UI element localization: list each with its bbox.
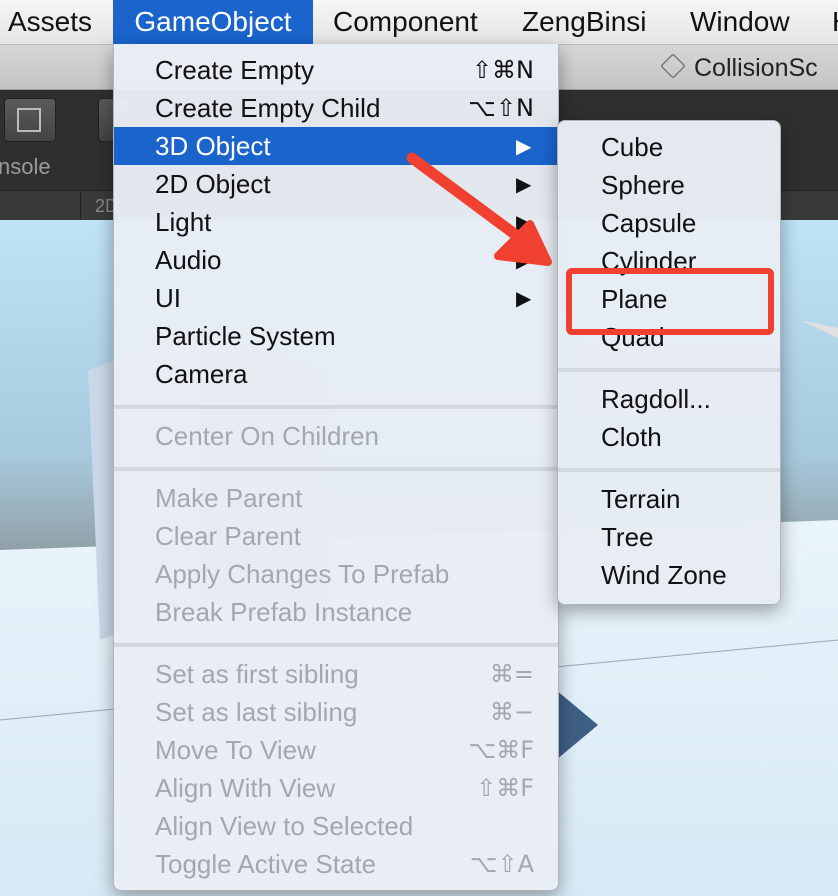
submenu-item-label: Cube <box>601 132 664 162</box>
menu-item-label: Apply Changes To Prefab <box>155 559 450 589</box>
submenu-item-cube[interactable]: Cube <box>558 128 780 166</box>
submenu-item-capsule[interactable]: Capsule <box>558 204 780 242</box>
menu-item-label: Set as last sibling <box>155 697 358 727</box>
menu-item-toggle-active-state[interactable]: Toggle Active State ⌥⇧A <box>114 845 558 883</box>
menu-separator <box>114 643 558 647</box>
menu-gameobject[interactable]: GameObject <box>113 0 313 44</box>
menu-item-shortcut: ⇧⌘F <box>476 774 534 802</box>
menu-item-move-to-view[interactable]: Move To View ⌥⌘F <box>114 731 558 769</box>
plane-highlight-box <box>566 268 774 335</box>
menu-item-label: Create Empty <box>155 55 314 85</box>
submenu-item-label: Sphere <box>601 170 685 200</box>
submenu-item-label: Ragdoll... <box>601 384 711 414</box>
menu-item-make-parent[interactable]: Make Parent <box>114 479 558 517</box>
gameobject-dropdown-menu: Create Empty ⇧⌘N Create Empty Child ⌥⇧N … <box>113 44 559 891</box>
menu-item-camera[interactable]: Camera <box>114 355 558 393</box>
menu-item-align-view-to-selected[interactable]: Align View to Selected <box>114 807 558 845</box>
menu-item-light[interactable]: Light ▶ <box>114 203 558 241</box>
submenu-item-label: Tree <box>601 522 654 552</box>
menu-item-label: Make Parent <box>155 483 303 513</box>
menu-item-label: UI <box>155 283 181 313</box>
menu-item-apply-changes-to-prefab[interactable]: Apply Changes To Prefab <box>114 555 558 593</box>
submenu-arrow-icon: ▶ <box>516 210 532 234</box>
submenu-item-tree[interactable]: Tree <box>558 518 780 556</box>
menu-item-label: Camera <box>155 359 248 389</box>
menu-item-label: Toggle Active State <box>155 849 377 879</box>
submenu-item-label: Terrain <box>601 484 681 514</box>
submenu-arrow-icon: ▶ <box>516 134 532 158</box>
3d-object-submenu: Cube Sphere Capsule Cylinder Plane Quad … <box>557 120 781 605</box>
menu-component[interactable]: Component <box>333 0 478 44</box>
menu-separator <box>114 467 558 471</box>
submenu-item-terrain[interactable]: Terrain <box>558 480 780 518</box>
menu-separator <box>114 405 558 409</box>
submenu-arrow-icon: ▶ <box>516 286 532 310</box>
menu-item-label: Set as first sibling <box>155 659 359 689</box>
menu-item-clear-parent[interactable]: Clear Parent <box>114 517 558 555</box>
menu-item-center-on-children[interactable]: Center On Children <box>114 417 558 455</box>
menu-item-label: Break Prefab Instance <box>155 597 413 627</box>
submenu-item-label: Wind Zone <box>601 560 727 590</box>
submenu-item-ragdoll[interactable]: Ragdoll... <box>558 380 780 418</box>
menu-bar: Assets GameObject Component ZengBinsi Wi… <box>0 0 838 45</box>
unity-scene-icon <box>660 53 686 79</box>
menu-item-label: Audio <box>155 245 222 275</box>
rect-tool-button[interactable] <box>4 98 56 142</box>
menu-item-label: Create Empty Child <box>155 93 381 123</box>
menu-item-shortcut: ⇧⌘N <box>471 56 534 84</box>
menu-item-label: Move To View <box>155 735 316 765</box>
submenu-item-sphere[interactable]: Sphere <box>558 166 780 204</box>
menu-item-label: 2D Object <box>155 169 271 199</box>
menu-item-label: Center On Children <box>155 421 379 451</box>
submenu-separator <box>558 368 780 372</box>
menu-item-3d-object[interactable]: 3D Object ▶ <box>114 127 558 165</box>
menu-item-label: Particle System <box>155 321 336 351</box>
menu-item-break-prefab-instance[interactable]: Break Prefab Instance <box>114 593 558 631</box>
menu-item-2d-object[interactable]: 2D Object ▶ <box>114 165 558 203</box>
menu-item-shortcut: ⌥⇧N <box>468 94 534 122</box>
menu-item-label: Align With View <box>155 773 336 803</box>
scene-tab-label: CollisionSc <box>694 54 818 82</box>
menu-item-shortcut: ⌘= <box>489 660 534 688</box>
submenu-item-wind-zone[interactable]: Wind Zone <box>558 556 780 594</box>
submenu-item-label: Cloth <box>601 422 662 452</box>
menu-zengbinsi[interactable]: ZengBinsi <box>522 0 647 44</box>
submenu-arrow-icon: ▶ <box>516 248 532 272</box>
menu-window[interactable]: Window <box>690 0 790 44</box>
submenu-arrow-icon: ▶ <box>516 172 532 196</box>
scene-tab[interactable]: CollisionSc <box>660 51 818 85</box>
menu-item-label: Align View to Selected <box>155 811 414 841</box>
submenu-separator <box>558 468 780 472</box>
menu-item-label: 3D Object <box>155 131 271 161</box>
menu-item-create-empty-child[interactable]: Create Empty Child ⌥⇧N <box>114 89 558 127</box>
menu-help[interactable]: H <box>832 0 838 44</box>
menu-item-shortcut: ⌥⌘F <box>468 736 534 764</box>
menu-item-audio[interactable]: Audio ▶ <box>114 241 558 279</box>
menu-item-align-with-view[interactable]: Align With View ⇧⌘F <box>114 769 558 807</box>
menu-item-ui[interactable]: UI ▶ <box>114 279 558 317</box>
menu-item-shortcut: ⌥⇧A <box>469 850 534 878</box>
menu-assets[interactable]: Assets <box>8 0 92 44</box>
menu-item-particle-system[interactable]: Particle System <box>114 317 558 355</box>
submenu-item-label: Capsule <box>601 208 697 238</box>
submenu-item-cloth[interactable]: Cloth <box>558 418 780 456</box>
menu-item-label: Clear Parent <box>155 521 301 551</box>
menu-item-set-as-first-sibling[interactable]: Set as first sibling ⌘= <box>114 655 558 693</box>
menu-item-create-empty[interactable]: Create Empty ⇧⌘N <box>114 51 558 89</box>
menu-item-shortcut: ⌘− <box>489 698 534 726</box>
console-tab-label[interactable]: nsole <box>0 154 51 180</box>
menu-item-set-as-last-sibling[interactable]: Set as last sibling ⌘− <box>114 693 558 731</box>
menu-item-label: Light <box>155 207 212 237</box>
